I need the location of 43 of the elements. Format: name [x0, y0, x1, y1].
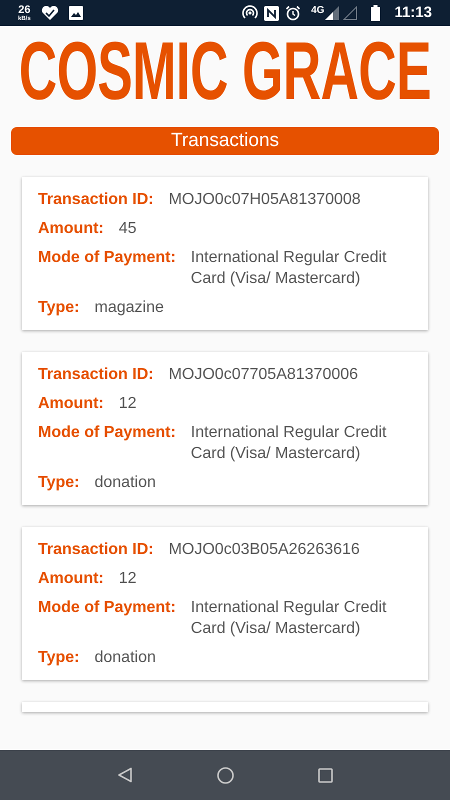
field-value: MOJO0c07705A81370006: [168, 365, 358, 385]
field-label: Amount:: [38, 219, 104, 239]
transaction-card[interactable]: Transaction ID: MOJO0c03B05A26263616 Amount: 12 Mode of Payment: International Regular Credit Card (Visa/ Mastercard) Type: donation: [22, 527, 428, 680]
field-label: Transaction ID:: [38, 540, 154, 560]
field-value: International Regular Credit Card (Visa/ Mastercard): [190, 423, 388, 464]
signal-icon: [343, 6, 358, 20]
field-label: Type:: [38, 473, 80, 493]
field-label: Mode of Payment:: [38, 248, 176, 268]
field-label: Amount:: [38, 569, 104, 589]
field-label: Transaction ID:: [38, 190, 154, 210]
recents-button[interactable]: [318, 768, 333, 782]
battery-icon: [371, 5, 380, 21]
nfc-icon: [264, 6, 280, 20]
field-value: International Regular Credit Card (Visa/ Mastercard): [190, 598, 388, 639]
home-button[interactable]: [217, 766, 234, 784]
field-label: Amount:: [38, 394, 104, 414]
image-icon: [68, 6, 83, 20]
field-value: donation: [94, 648, 156, 668]
field-value: 45: [118, 219, 137, 239]
field-value: 12: [118, 569, 137, 589]
field-label: Type:: [38, 648, 80, 668]
field-label: Mode of Payment:: [38, 423, 176, 443]
heart-check-icon: [40, 6, 59, 20]
transaction-card[interactable]: Transaction ID: MOJO0c07705A81370006 Amount: 12 Mode of Payment: International Regular Credit Card (Visa/ Mastercard) Type: donation: [22, 352, 428, 505]
clock: 11:13: [394, 2, 432, 23]
field-value: MOJO0c03B05A26263616: [168, 540, 360, 560]
alarm-icon: [285, 5, 302, 21]
field-label: Type:: [38, 298, 80, 318]
field-value: magazine: [94, 298, 164, 318]
field-value: 12: [118, 394, 137, 414]
field-label: Transaction ID:: [38, 365, 154, 385]
field-value: MOJO0c07H05A81370008: [168, 190, 361, 210]
logo: COSMIC GRACE: [18, 43, 432, 120]
speed-value: 26: [18, 4, 30, 16]
signal-icon: [325, 6, 340, 20]
transaction-card[interactable]: Transaction ID: MOJO0c07H05A81370008 Amount: 45 Mode of Payment: International Regular Credit Card (Visa/ Mastercard) Type: magazine: [22, 177, 428, 330]
field-value: International Regular Credit Card (Visa/ Mastercard): [190, 248, 388, 289]
field-label: Mode of Payment:: [38, 598, 176, 618]
back-button[interactable]: [117, 767, 133, 783]
section-header: Transactions: [11, 127, 439, 155]
field-value: donation: [94, 473, 156, 493]
network-type: 4G: [311, 4, 324, 18]
hotspot-icon: [242, 5, 258, 21]
